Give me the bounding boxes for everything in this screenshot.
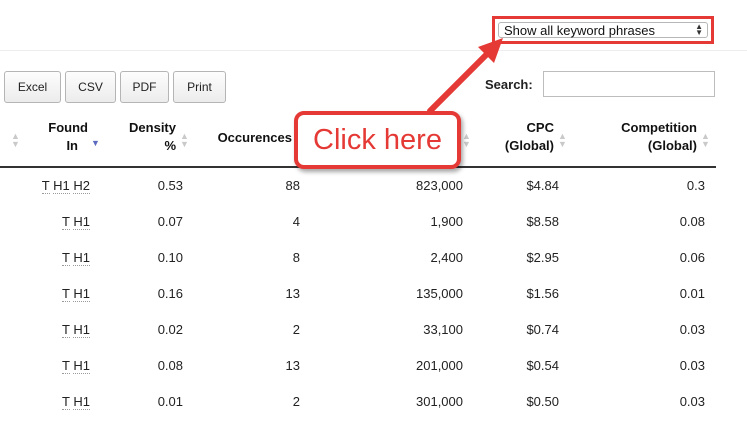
pointer-arrow	[427, 38, 503, 114]
click-here-callout: Click here	[294, 111, 461, 169]
